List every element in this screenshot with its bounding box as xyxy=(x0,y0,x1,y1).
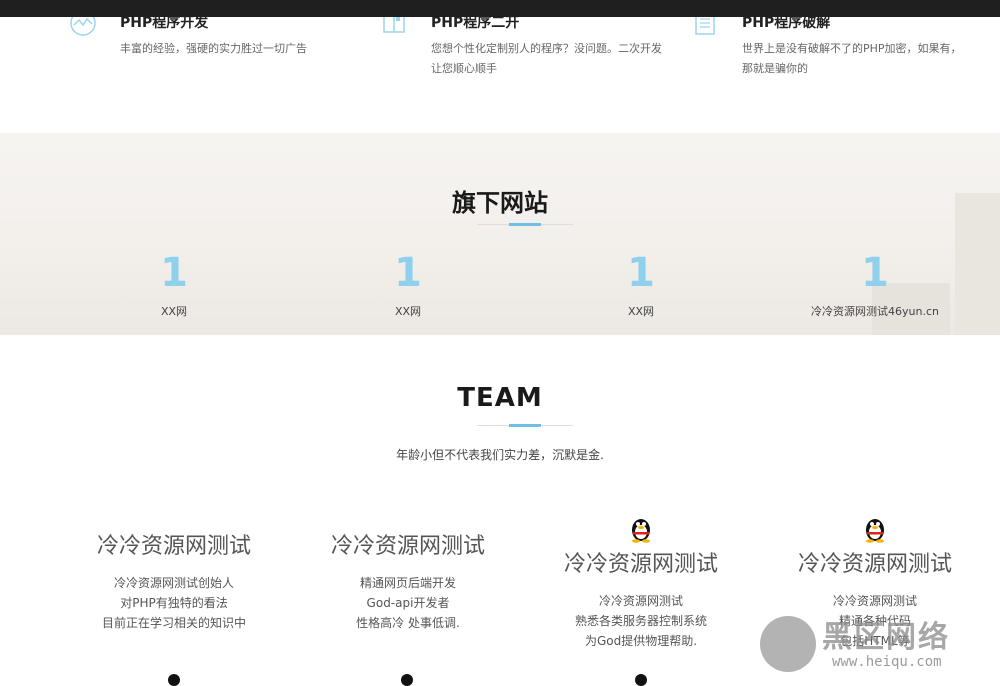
bio-line: 熟悉各类服务器控制系统 xyxy=(574,614,707,628)
bio-line: 精通网页后端开发 xyxy=(359,576,456,590)
bio-line: 目前正在学习相关的知识中 xyxy=(101,616,246,630)
service-desc: 世界上是没有破解不了的PHP加密，如果有，那就是骗你的 xyxy=(742,42,962,75)
sites-heading: 旗下网站 xyxy=(452,189,548,217)
site-stat[interactable]: 1 冷冷资源网测试46yun.cn xyxy=(755,251,995,319)
site-stat[interactable]: 1 XX网 xyxy=(521,251,761,319)
team-member-card: 冷冷资源网测试 冷冷资源网测试 熟悉各类服务器控制系统 为God提供物理帮助. xyxy=(521,515,761,651)
team-member-card: 冷冷资源网测试 冷冷资源网测试创始人 对PHP有独特的看法 目前正在学习相关的知… xyxy=(54,533,294,633)
sites-section: 旗下网站 1 XX网 1 XX网 1 XX网 1 冷冷资源网测试46yun.cn xyxy=(0,133,1000,335)
site-stat-label: XX网 xyxy=(394,305,422,318)
bio-line: 冷冷资源网测试创始人 xyxy=(113,576,234,590)
site-stat-label: 冷冷资源网测试46yun.cn xyxy=(811,305,939,318)
site-watermark: 黑区网络 www.heiqu.com xyxy=(760,610,990,676)
social-icon[interactable] xyxy=(168,674,180,686)
member-name: 冷冷资源网测试 xyxy=(330,534,485,559)
site-stat-label: XX网 xyxy=(160,305,188,318)
member-bio: 冷冷资源网测试创始人 对PHP有独特的看法 目前正在学习相关的知识中 xyxy=(54,573,294,633)
team-heading: TEAM xyxy=(457,383,543,413)
qq-penguin-icon[interactable] xyxy=(629,515,653,543)
site-stat[interactable]: 1 XX网 xyxy=(54,251,294,319)
qq-penguin-icon[interactable] xyxy=(863,515,887,543)
service-desc: 您想个性化定制别人的程序？没问题。二次开发让您顺心顺手 xyxy=(431,42,662,75)
watermark-url: www.heiqu.com xyxy=(832,654,942,670)
member-name: 冷冷资源网测试 xyxy=(797,552,952,577)
service-desc: 丰富的经验，强硬的实力胜过一切广告 xyxy=(120,42,307,55)
watermark-logo-icon xyxy=(760,616,816,672)
watermark-text: 黑区网络 xyxy=(822,620,950,655)
bio-line: 为God提供物理帮助. xyxy=(584,634,698,648)
site-stat[interactable]: 1 XX网 xyxy=(288,251,528,319)
site-stat-number: 1 xyxy=(861,250,889,296)
social-icon[interactable] xyxy=(401,674,413,686)
heading-underline xyxy=(477,424,573,427)
bio-line: 性格高冷 处事低调. xyxy=(356,616,460,630)
site-stat-number: 1 xyxy=(394,250,422,296)
team-subtitle: 年龄小但不代表我们实力差，沉默是金. xyxy=(396,448,604,462)
bio-line: 冷冷资源网测试 xyxy=(832,594,917,608)
member-bio: 精通网页后端开发 God-api开发者 性格高冷 处事低调. xyxy=(288,573,528,633)
bio-line: 冷冷资源网测试 xyxy=(598,594,683,608)
team-member-card: 冷冷资源网测试 精通网页后端开发 God-api开发者 性格高冷 处事低调. xyxy=(288,533,528,633)
member-name: 冷冷资源网测试 xyxy=(563,552,718,577)
site-stat-label: XX网 xyxy=(627,305,655,318)
bio-line: 对PHP有独特的看法 xyxy=(120,596,228,610)
social-icon[interactable] xyxy=(635,674,647,686)
top-bar xyxy=(0,0,1000,17)
services-section: PHP程序开发 丰富的经验，强硬的实力胜过一切广告 PHP程序二开 您想个性化定… xyxy=(0,0,1000,133)
site-stat-number: 1 xyxy=(160,250,188,296)
bio-line: God-api开发者 xyxy=(366,596,450,610)
heading-underline xyxy=(477,223,573,226)
site-stat-number: 1 xyxy=(627,250,655,296)
member-bio: 冷冷资源网测试 熟悉各类服务器控制系统 为God提供物理帮助. xyxy=(521,591,761,651)
member-name: 冷冷资源网测试 xyxy=(96,534,251,559)
